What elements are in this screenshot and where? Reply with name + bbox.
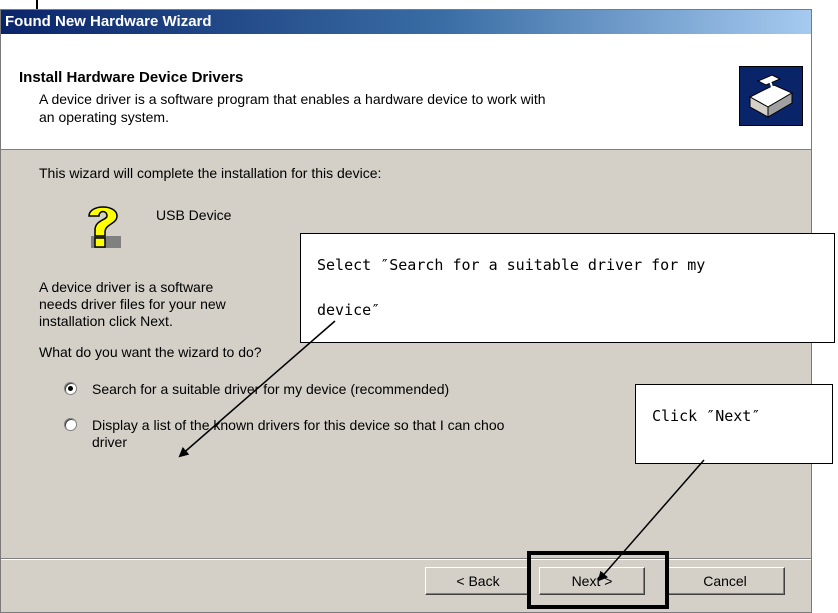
arrow-to-search-option: [178, 320, 336, 458]
arrow-to-next-button: [597, 459, 705, 582]
annotation-arrows: [178, 320, 705, 582]
